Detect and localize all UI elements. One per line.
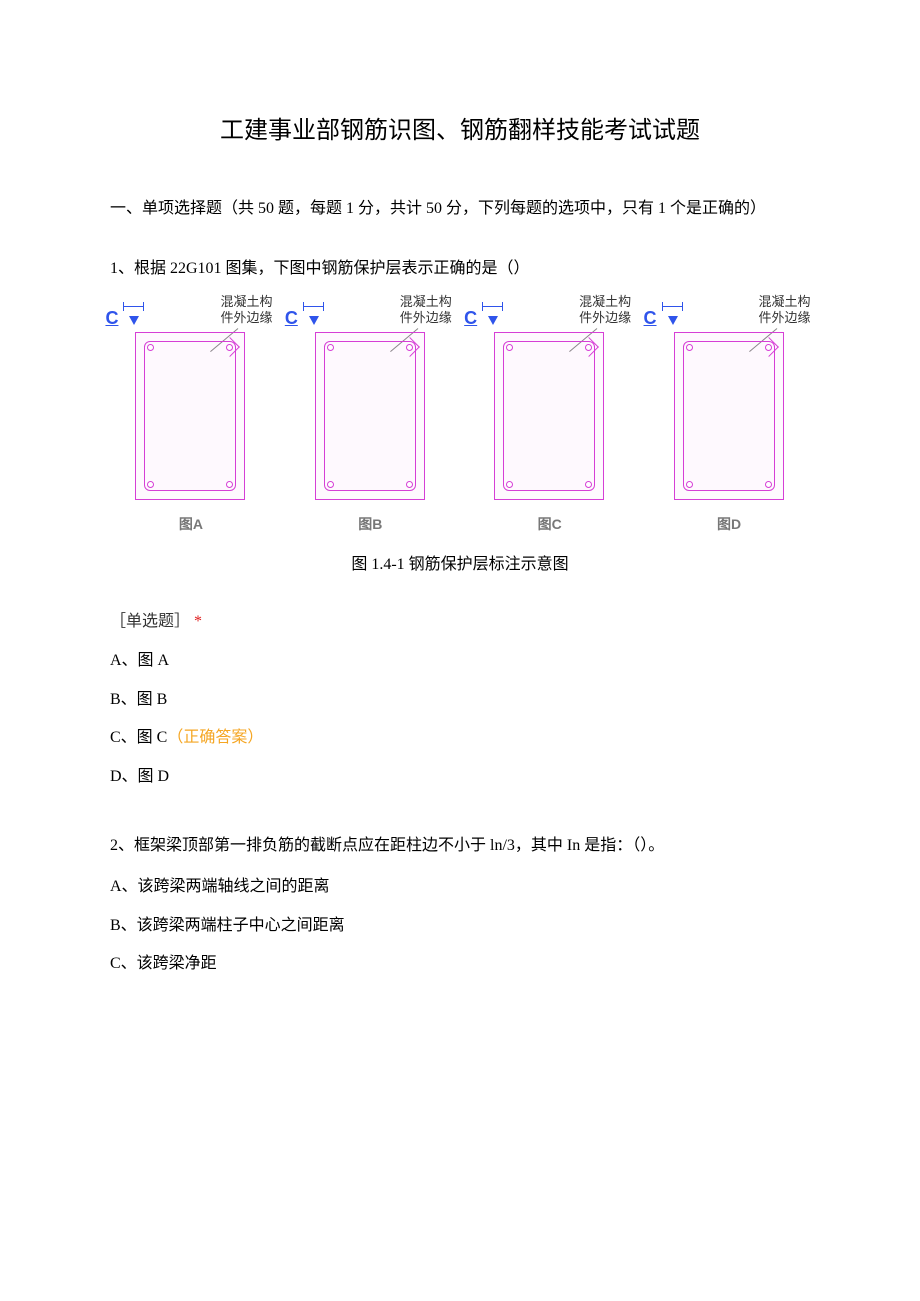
arrow-icon	[129, 316, 139, 325]
q1-text: 1、根据 22G101 图集，下图中钢筋保护层表示正确的是（）	[110, 255, 810, 284]
edge-label: 混凝土构件外边缘	[759, 294, 811, 325]
arrow-icon	[668, 316, 678, 325]
question-tag: ［单选题］ *	[110, 608, 810, 637]
q1-option-c: C、图 C（正确答案）	[110, 724, 810, 753]
diagram-d: C 混凝土构件外边缘 图D	[644, 296, 814, 537]
page-title: 工建事业部钢筋识图、钢筋翻样技能考试试题	[110, 110, 810, 153]
diagram-a: C 混凝土构件外边缘 图A	[106, 296, 276, 537]
q1-option-a: A、图 A	[110, 647, 810, 676]
correct-answer-mark: （正确答案）	[167, 729, 263, 746]
diagram-c: C 混凝土构件外边缘 图C	[465, 296, 635, 537]
q1-diagram-row: C 混凝土构件外边缘 图A C 混凝土构件外边缘	[106, 296, 814, 537]
c-label-icon: C	[464, 302, 477, 334]
figure-caption: 图 1.4-1 钢筋保护层标注示意图	[110, 551, 810, 580]
q2-option-b: B、该跨梁两端柱子中心之间距离	[110, 912, 810, 941]
c-label-icon: C	[285, 302, 298, 334]
required-asterisk-icon: *	[194, 613, 202, 630]
arrow-icon	[488, 316, 498, 325]
diagram-b: C 混凝土构件外边缘 图B	[285, 296, 455, 537]
arrow-icon	[309, 316, 319, 325]
q2-text: 2、框架梁顶部第一排负筋的截断点应在距柱边不小于 ln/3，其中 In 是指：（…	[110, 832, 810, 861]
edge-label: 混凝土构件外边缘	[579, 294, 631, 325]
c-label-icon: C	[105, 302, 118, 334]
q2-option-c: C、该跨梁净距	[110, 950, 810, 979]
section-header: 一、单项选择题（共 50 题，每题 1 分，共计 50 分，下列每题的选项中，只…	[110, 193, 810, 225]
q1-option-d: D、图 D	[110, 763, 810, 792]
edge-label: 混凝土构件外边缘	[400, 294, 452, 325]
c-label-icon: C	[644, 302, 657, 334]
q2-option-a: A、该跨梁两端轴线之间的距离	[110, 873, 810, 902]
diagram-b-caption: 图B	[358, 512, 382, 537]
edge-label: 混凝土构件外边缘	[220, 294, 272, 325]
diagram-c-caption: 图C	[538, 512, 562, 537]
q1-option-b: B、图 B	[110, 686, 810, 715]
diagram-a-caption: 图A	[179, 512, 203, 537]
diagram-d-caption: 图D	[717, 512, 741, 537]
